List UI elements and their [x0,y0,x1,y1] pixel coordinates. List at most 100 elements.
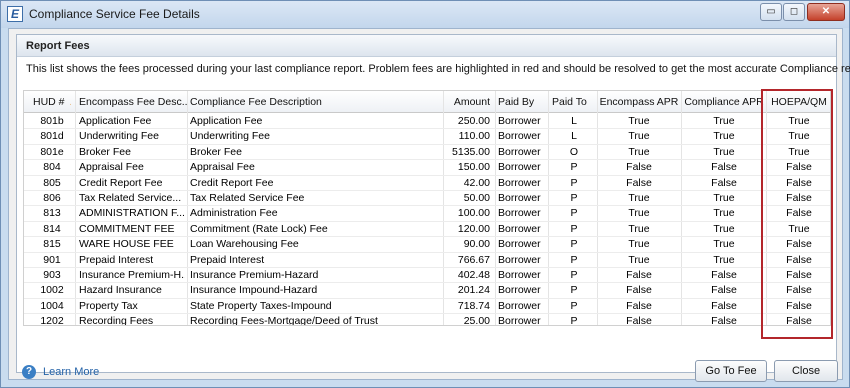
cell-compliance-apr: True [713,222,735,235]
cell-amount: 90.00 [463,238,490,251]
cell-amount: 120.00 [457,222,490,235]
title-bar[interactable]: E Compliance Service Fee Details ▭ ◻ ✕ [1,1,849,28]
cell-amount: 42.00 [463,176,490,189]
cell-amount: 718.74 [457,299,490,312]
dialog-window: E Compliance Service Fee Details ▭ ◻ ✕ R… [0,0,850,388]
cell-compliance-apr: True [713,207,735,220]
cell-compliance-fee-desc: Prepaid Interest [190,253,265,266]
cell-compliance-fee-desc: Administration Fee [190,207,278,220]
cell-hud: 815 [43,238,61,251]
minimize-button[interactable]: ▭ [760,3,782,21]
cell-hud: 901 [43,253,61,266]
cell-compliance-fee-desc: Insurance Premium-Hazard [190,269,319,281]
cell-encompass-apr: False [626,299,652,312]
cell-paid-to: L [571,130,577,143]
column-header-amount[interactable]: Amount [442,91,490,113]
column-header-paid-by[interactable]: Paid By [498,91,548,113]
cell-hud: 806 [43,192,61,204]
learn-more-link[interactable]: Learn More [43,366,99,378]
fees-table: HUD #▲ Encompass Fee Desc... Compliance … [23,90,831,326]
table-row[interactable]: 1004 Property Tax State Property Taxes-Imp… [24,299,830,315]
cell-paid-to: P [570,207,578,220]
cell-amount: 150.00 [457,161,490,174]
cell-amount: 201.24 [457,284,490,297]
cell-compliance-apr: True [713,238,735,251]
close-window-button[interactable]: ✕ [807,3,845,21]
cell-encompass-fee-desc: Hazard Insurance [79,284,162,297]
maximize-button[interactable]: ◻ [783,3,805,21]
cell-compliance-fee-desc: Tax Related Service Fee [190,192,305,204]
table-row[interactable]: 801b Application Fee Application Fee 250.00… [24,114,830,130]
cell-encompass-fee-desc: Insurance Premium-H... [79,269,185,281]
cell-paid-by: Borrower [498,299,541,312]
dialog-body: Report Fees This list shows the fees pro… [8,28,850,382]
sort-ascending-icon: ▲ [69,97,71,107]
cell-paid-by: Borrower [498,161,541,174]
cell-encompass-apr: True [628,192,650,204]
table-row[interactable]: 805 Credit Report Fee Credit Report Fee 42.… [24,176,830,191]
cell-compliance-fee-desc: Loan Warehousing Fee [190,238,299,251]
column-header-encompass-apr[interactable]: Encompass APR [598,91,680,113]
panel-header: Report Fees [17,35,836,57]
table-row[interactable]: 1202 Recording Fees Recording Fees-Mortgag… [24,314,830,326]
table-row[interactable]: 801e Broker Fee Broker Fee 5135.00 Borrower O… [24,145,830,161]
cell-amount: 25.00 [463,315,490,326]
cell-encompass-apr: True [628,222,650,235]
cell-paid-by: Borrower [498,207,541,220]
table-header: HUD #▲ Encompass Fee Desc... Compliance … [24,91,830,113]
cell-encompass-fee-desc: Recording Fees [79,315,154,326]
cell-paid-by: Borrower [498,253,541,266]
window-title: Compliance Service Fee Details [29,7,200,21]
column-header-encompass-fee-desc[interactable]: Encompass Fee Desc... [79,91,187,113]
cell-compliance-apr: False [711,299,737,312]
cell-compliance-apr: True [713,145,735,158]
cell-compliance-apr: True [713,192,735,204]
cell-encompass-apr: True [628,238,650,251]
table-row[interactable]: 901 Prepaid Interest Prepaid Interest 766.6… [24,253,830,268]
table-row[interactable]: 814 COMMITMENT FEE Commitment (Rate Lock) … [24,222,830,238]
table-row[interactable]: 1002 Hazard Insurance Insurance Impound-Ha… [24,283,830,299]
cell-encompass-apr: False [626,269,652,281]
cell-paid-by: Borrower [498,315,541,326]
help-icon[interactable]: ? [22,365,36,379]
cell-paid-to: L [571,115,577,127]
cell-paid-to: O [569,145,579,158]
cell-amount: 402.48 [457,269,490,281]
cell-compliance-fee-desc: State Property Taxes-Impound [190,299,332,312]
cell-amount: 5135.00 [452,145,490,158]
report-fees-panel: Report Fees This list shows the fees pro… [16,34,850,379]
cell-hud: 801b [40,115,64,127]
cell-encompass-apr: True [628,253,650,266]
go-to-fee-button[interactable]: Go To Fee [695,360,767,382]
cell-paid-by: Borrower [498,192,541,204]
cell-amount: 50.00 [463,192,490,204]
table-row[interactable]: 815 WARE HOUSE FEE Loan Warehousing Fee 90.… [24,237,830,253]
table-row[interactable]: 801d Underwriting Fee Underwriting Fee 110.… [24,129,830,145]
cell-encompass-fee-desc: ADMINISTRATION F... [79,207,185,220]
cell-hud: 903 [43,269,61,281]
cell-compliance-apr: False [711,176,737,189]
cell-hud: 801e [40,145,64,158]
table-row[interactable]: 804 Appraisal Fee Appraisal Fee 150.00 Borro… [24,160,830,176]
column-header-compliance-apr[interactable]: Compliance APR [682,91,766,113]
cell-compliance-fee-desc: Commitment (Rate Lock) Fee [190,222,328,235]
table-row[interactable]: 806 Tax Related Service... Tax Related Ser… [24,191,830,207]
close-button[interactable]: Close [774,360,838,382]
cell-hud: 1202 [40,315,64,326]
column-header-paid-to[interactable]: Paid To [552,91,596,113]
cell-hud: 1002 [40,284,64,297]
cell-encompass-apr: False [626,284,652,297]
table-row[interactable]: 813 ADMINISTRATION F... Administration Fee… [24,206,830,222]
cell-compliance-apr: False [711,161,737,174]
column-header-compliance-fee-desc[interactable]: Compliance Fee Description [190,91,440,113]
cell-paid-by: Borrower [498,176,541,189]
encompass-app-icon: E [7,6,23,22]
panel-description: This list shows the fees processed durin… [26,63,850,75]
table-row[interactable]: 903 Insurance Premium-H... Insurance Premi… [24,268,830,284]
cell-amount: 250.00 [457,115,490,127]
column-header-hud[interactable]: HUD #▲ [33,91,71,113]
cell-encompass-fee-desc: Application Fee [79,115,152,127]
cell-encompass-fee-desc: Property Tax [79,299,138,312]
cell-paid-to: P [570,176,578,189]
cell-paid-to: P [570,222,578,235]
